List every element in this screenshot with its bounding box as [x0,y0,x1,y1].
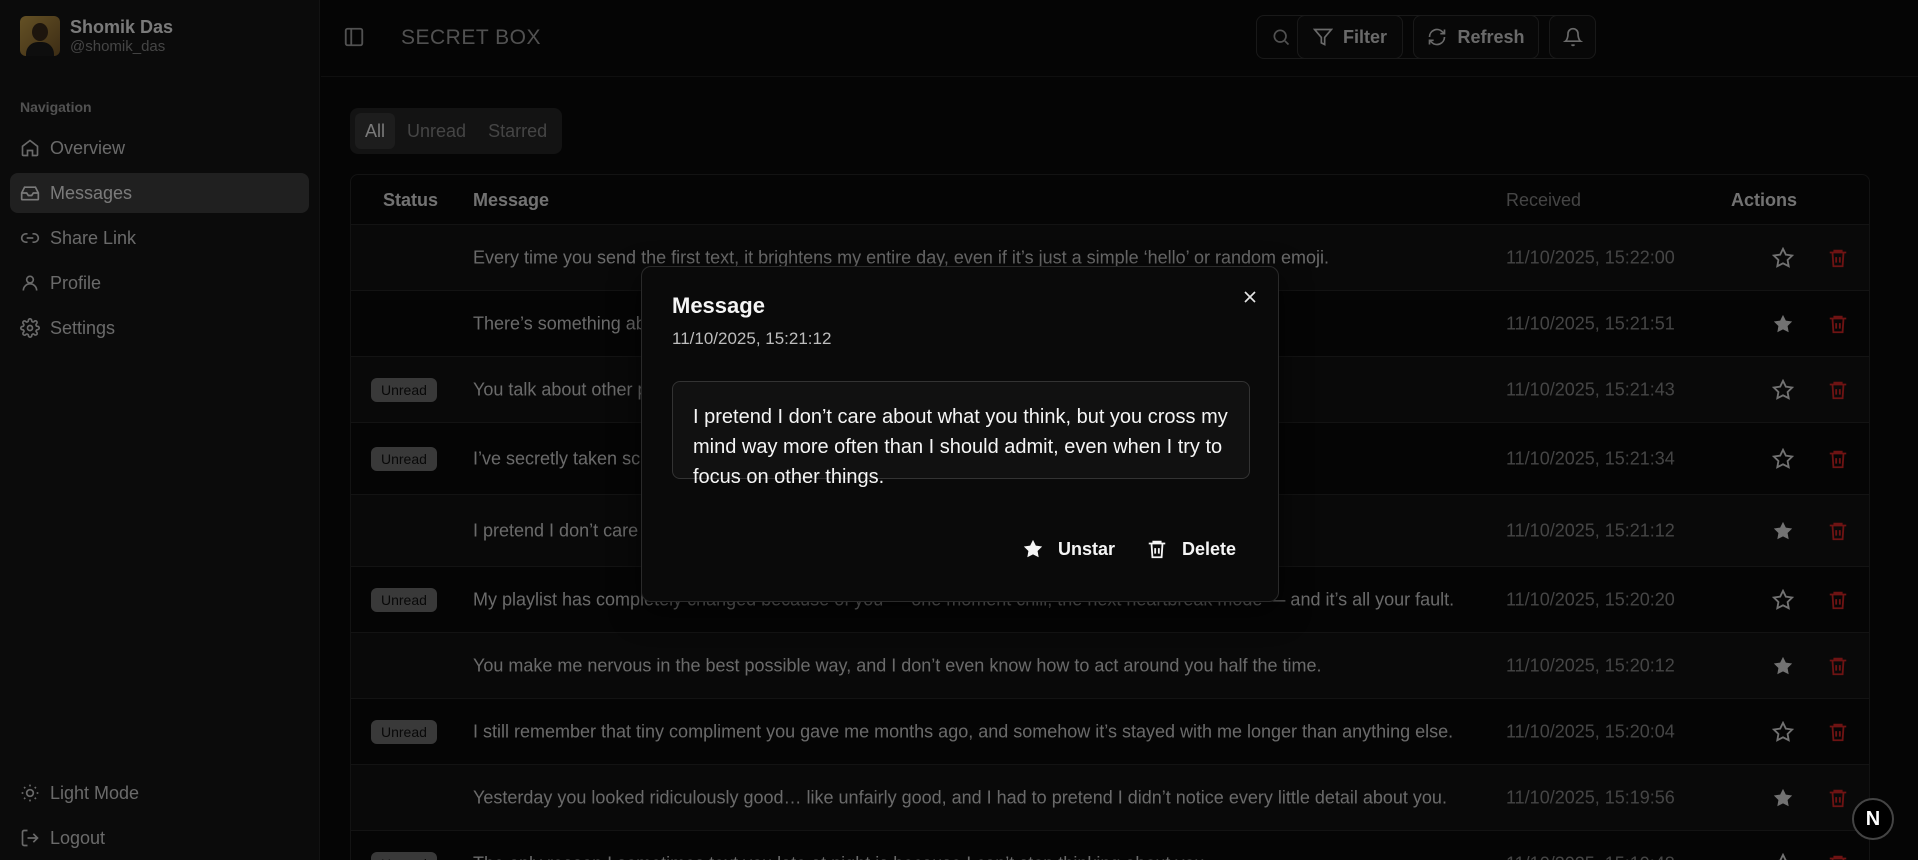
delete-button[interactable]: Delete [1146,535,1236,563]
dev-tools-badge[interactable]: N [1852,798,1894,840]
close-icon[interactable] [1240,287,1260,307]
unstar-label: Unstar [1058,538,1116,559]
modal-timestamp: 11/10/2025, 15:21:12 [672,329,832,348]
delete-label: Delete [1182,538,1237,559]
trash-icon [1146,538,1168,560]
star-filled-icon [1022,538,1044,560]
message-modal: Message 11/10/2025, 15:21:12 I pretend I… [641,266,1279,602]
modal-message-body: I pretend I don’t care about what you th… [672,381,1250,488]
unstar-button[interactable]: Unstar [1022,535,1115,563]
modal-title: Message [672,293,765,318]
